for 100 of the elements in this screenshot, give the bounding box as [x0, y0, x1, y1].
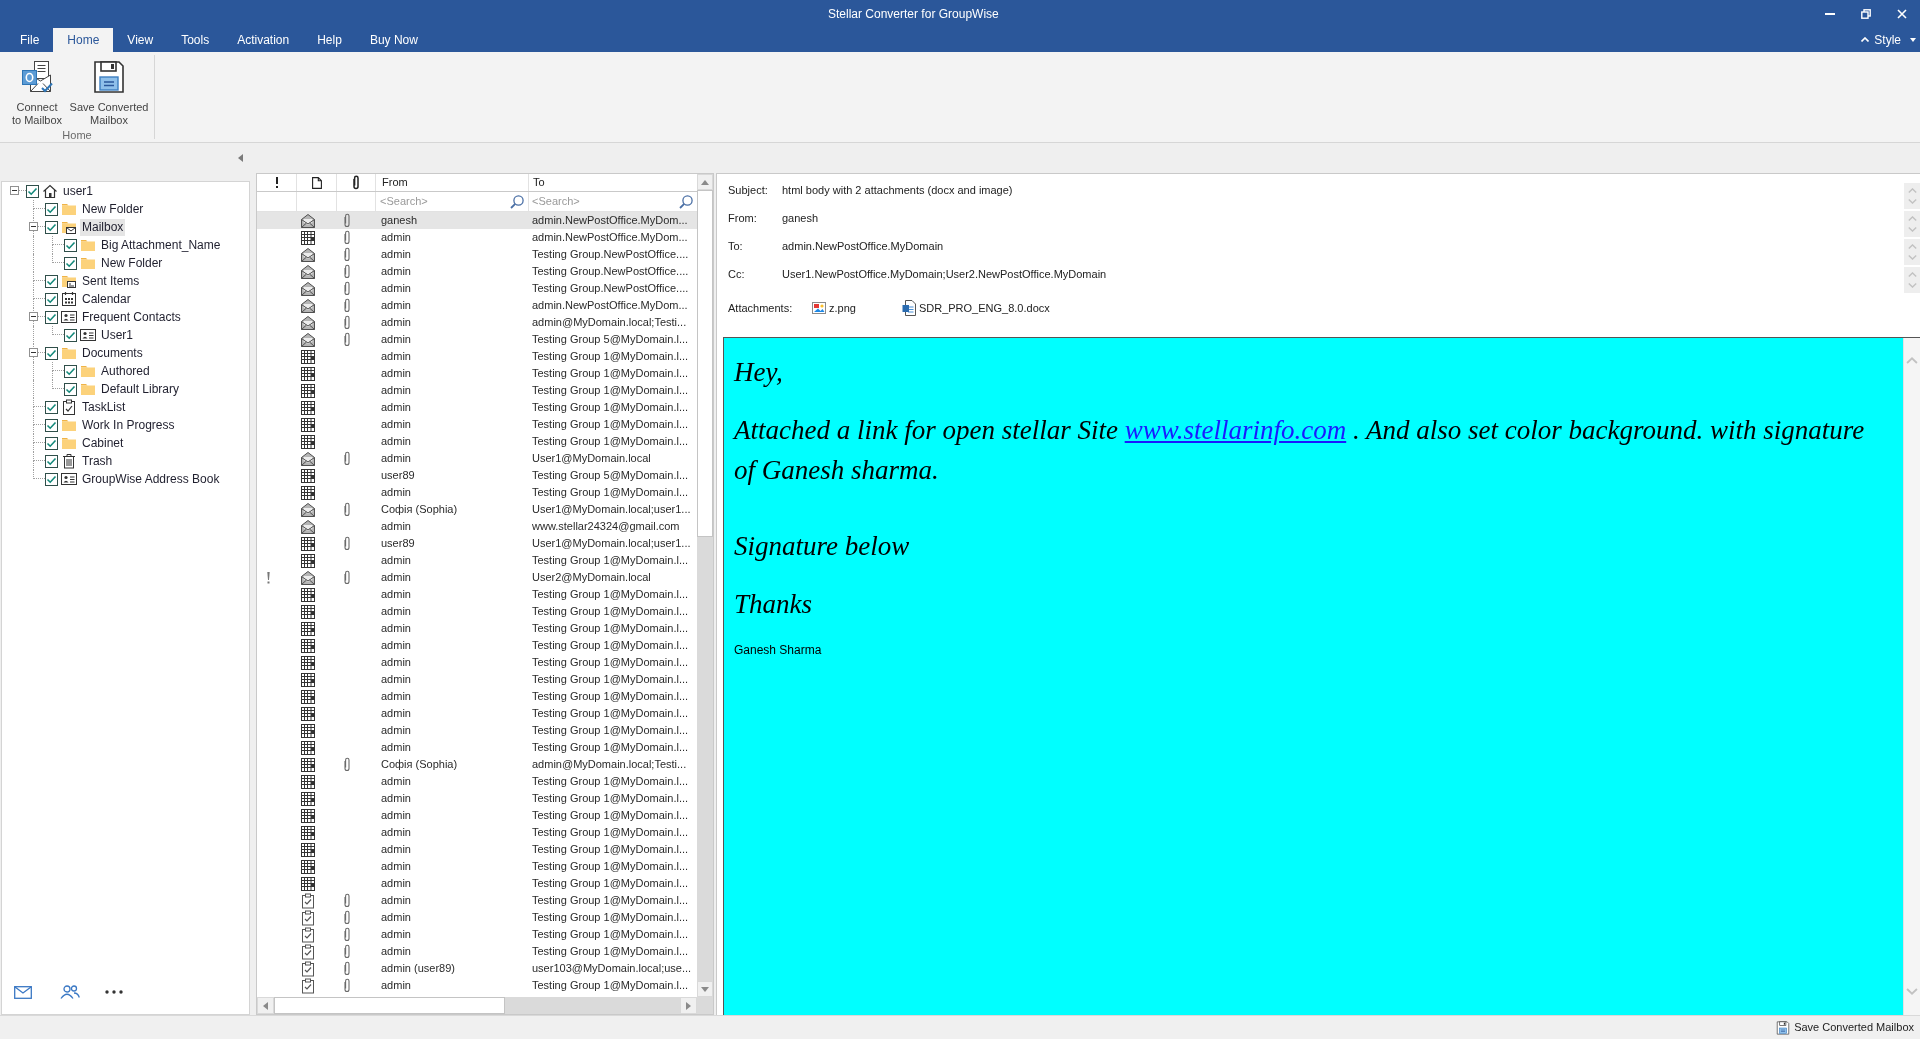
expander-toggle[interactable] [29, 348, 38, 357]
tree-item[interactable]: Cabinet [80, 434, 126, 452]
checkbox[interactable] [45, 310, 58, 324]
menu-tab[interactable]: Home [53, 28, 114, 52]
checkbox[interactable] [45, 202, 58, 216]
message-row[interactable]: admin Testing Group 1@MyDomain.l... [257, 909, 697, 926]
message-row[interactable]: admin Testing Group 1@MyDomain.l... [257, 824, 697, 841]
message-row[interactable]: admin Testing Group 1@MyDomain.l... [257, 841, 697, 858]
menu-tab[interactable]: View [113, 28, 168, 52]
checkbox[interactable] [45, 454, 58, 468]
contacts-icon[interactable] [60, 985, 80, 999]
message-row[interactable]: admin admin@MyDomain.local;Testi... [257, 314, 697, 331]
menu-tab[interactable]: Tools [167, 28, 224, 52]
checkbox[interactable] [64, 364, 77, 378]
tree-item[interactable]: Sent Items [80, 272, 142, 290]
checkbox[interactable] [45, 292, 58, 306]
checkbox[interactable] [64, 382, 77, 396]
message-row[interactable]: admin Testing Group 1@MyDomain.l... [257, 552, 697, 569]
tree-item[interactable]: Default Library [99, 380, 182, 398]
save-mailbox-button[interactable]: Save Converted Mailbox [68, 60, 150, 127]
tree-item[interactable]: New Folder [80, 200, 146, 218]
tree-item[interactable]: Work In Progress [80, 416, 177, 434]
mail-icon[interactable] [14, 985, 32, 999]
message-row[interactable]: admin Testing Group 1@MyDomain.l... [257, 586, 697, 603]
scroll-right-button[interactable] [680, 997, 697, 1014]
tree-item[interactable]: GroupWise Address Book [80, 470, 222, 488]
message-row[interactable]: admin Testing Group 1@MyDomain.l... [257, 382, 697, 399]
menu-tab[interactable]: File [6, 28, 54, 52]
checkbox[interactable] [64, 256, 77, 270]
message-row[interactable]: admin Testing Group 1@MyDomain.l... [257, 603, 697, 620]
checkbox[interactable] [45, 400, 58, 414]
message-row[interactable]: admin Testing Group 1@MyDomain.l... [257, 348, 697, 365]
message-row[interactable]: admin User2@MyDomain.local [257, 569, 697, 586]
tree-item[interactable]: New Folder [99, 254, 165, 272]
tree-item[interactable]: Documents [80, 344, 145, 362]
tree-item[interactable]: TaskList [80, 398, 128, 416]
column-header[interactable]: From [376, 174, 529, 191]
message-row[interactable]: admin Testing Group 1@MyDomain.l... [257, 858, 697, 875]
scroll-down-button[interactable] [697, 981, 713, 997]
message-row[interactable]: admin Testing Group 1@MyDomain.l... [257, 875, 697, 892]
message-row[interactable]: admin Testing Group 1@MyDomain.l... [257, 892, 697, 909]
message-row[interactable]: admin Testing Group 1@MyDomain.l... [257, 654, 697, 671]
message-row[interactable]: admin Testing Group 1@MyDomain.l... [257, 365, 697, 382]
message-row[interactable]: admin Testing Group.NewPostOffice.... [257, 280, 697, 297]
expander-toggle[interactable] [29, 312, 38, 321]
tree-item[interactable]: Mailbox [80, 218, 126, 236]
message-row[interactable]: admin Testing Group 1@MyDomain.l... [257, 773, 697, 790]
message-row[interactable]: admin Testing Group 1@MyDomain.l... [257, 433, 697, 450]
message-row[interactable]: admin Testing Group 1@MyDomain.l... [257, 416, 697, 433]
checkbox[interactable] [45, 418, 58, 432]
message-row[interactable]: ganesh admin.NewPostOffice.MyDom... [257, 212, 697, 229]
message-row[interactable]: admin Testing Group.NewPostOffice.... [257, 263, 697, 280]
search-icon[interactable] [510, 194, 524, 209]
tree-item[interactable]: Calendar [80, 290, 133, 308]
message-row[interactable]: admin www.stellar24324@gmail.com [257, 518, 697, 535]
message-row[interactable]: admin Testing Group 1@MyDomain.l... [257, 722, 697, 739]
website-link[interactable]: www.stellarinfo.com [1124, 415, 1347, 445]
message-row[interactable]: admin Testing Group 1@MyDomain.l... [257, 807, 697, 824]
checkbox[interactable] [45, 220, 58, 234]
message-row[interactable]: user89 Testing Group 5@MyDomain.l... [257, 467, 697, 484]
message-row[interactable]: admin Testing Group 5@MyDomain.l... [257, 331, 697, 348]
tree-item[interactable]: Frequent Contacts [80, 308, 183, 326]
tree-item[interactable]: User1 [99, 326, 135, 344]
search-field[interactable]: <Search> [380, 193, 510, 210]
message-row[interactable]: admin Testing Group 1@MyDomain.l... [257, 739, 697, 756]
message-row[interactable]: admin Testing Group 1@MyDomain.l... [257, 484, 697, 501]
message-row[interactable]: admin admin.NewPostOffice.MyDom... [257, 229, 697, 246]
search-icon[interactable] [679, 194, 693, 209]
checkbox[interactable] [45, 472, 58, 486]
message-row[interactable]: admin Testing Group 1@MyDomain.l... [257, 688, 697, 705]
scroll-up-button[interactable] [697, 174, 713, 190]
menu-tab[interactable]: Help [303, 28, 356, 52]
message-row[interactable]: admin Testing Group 1@MyDomain.l... [257, 790, 697, 807]
message-row[interactable]: user89 User1@MyDomain.local;user1... [257, 535, 697, 552]
menu-tab[interactable]: Buy Now [355, 28, 432, 52]
style-menu[interactable]: Style [1874, 30, 1916, 49]
menu-tab[interactable]: Activation [223, 28, 304, 52]
connect-mailbox-button[interactable]: Connect to Mailbox [6, 60, 68, 127]
message-row[interactable]: admin Testing Group 1@MyDomain.l... [257, 620, 697, 637]
more-icon[interactable] [105, 990, 123, 994]
message-row[interactable]: Софія (Sophia) admin@MyDomain.local;Testi... [257, 756, 697, 773]
checkbox[interactable] [64, 238, 77, 252]
message-row[interactable]: admin Testing Group 1@MyDomain.l... [257, 705, 697, 722]
message-row[interactable]: admin Testing Group 1@MyDomain.l... [257, 399, 697, 416]
checkbox[interactable] [64, 328, 77, 342]
message-row[interactable]: admin Testing Group 1@MyDomain.l... [257, 637, 697, 654]
search-field[interactable]: <Search> [532, 193, 679, 210]
message-row[interactable]: admin admin.NewPostOffice.MyDom... [257, 297, 697, 314]
message-row[interactable]: admin Testing Group 1@MyDomain.l... [257, 977, 697, 994]
attachment-item[interactable]: SDR_PRO_ENG_8.0.docx [901, 299, 1050, 317]
scroll-left-button[interactable] [257, 997, 274, 1014]
expander-toggle[interactable] [10, 186, 19, 195]
message-row[interactable]: admin Testing Group 1@MyDomain.l... [257, 943, 697, 960]
checkbox[interactable] [45, 274, 58, 288]
message-row[interactable]: admin Testing Group 1@MyDomain.l... [257, 926, 697, 943]
message-row[interactable]: Софія (Sophia) User1@MyDomain.local;user1... [257, 501, 697, 518]
checkbox[interactable] [26, 184, 39, 198]
expander-toggle[interactable] [29, 222, 38, 231]
tree-item[interactable]: Authored [99, 362, 152, 380]
scrollbar-thumb[interactable] [274, 997, 505, 1014]
